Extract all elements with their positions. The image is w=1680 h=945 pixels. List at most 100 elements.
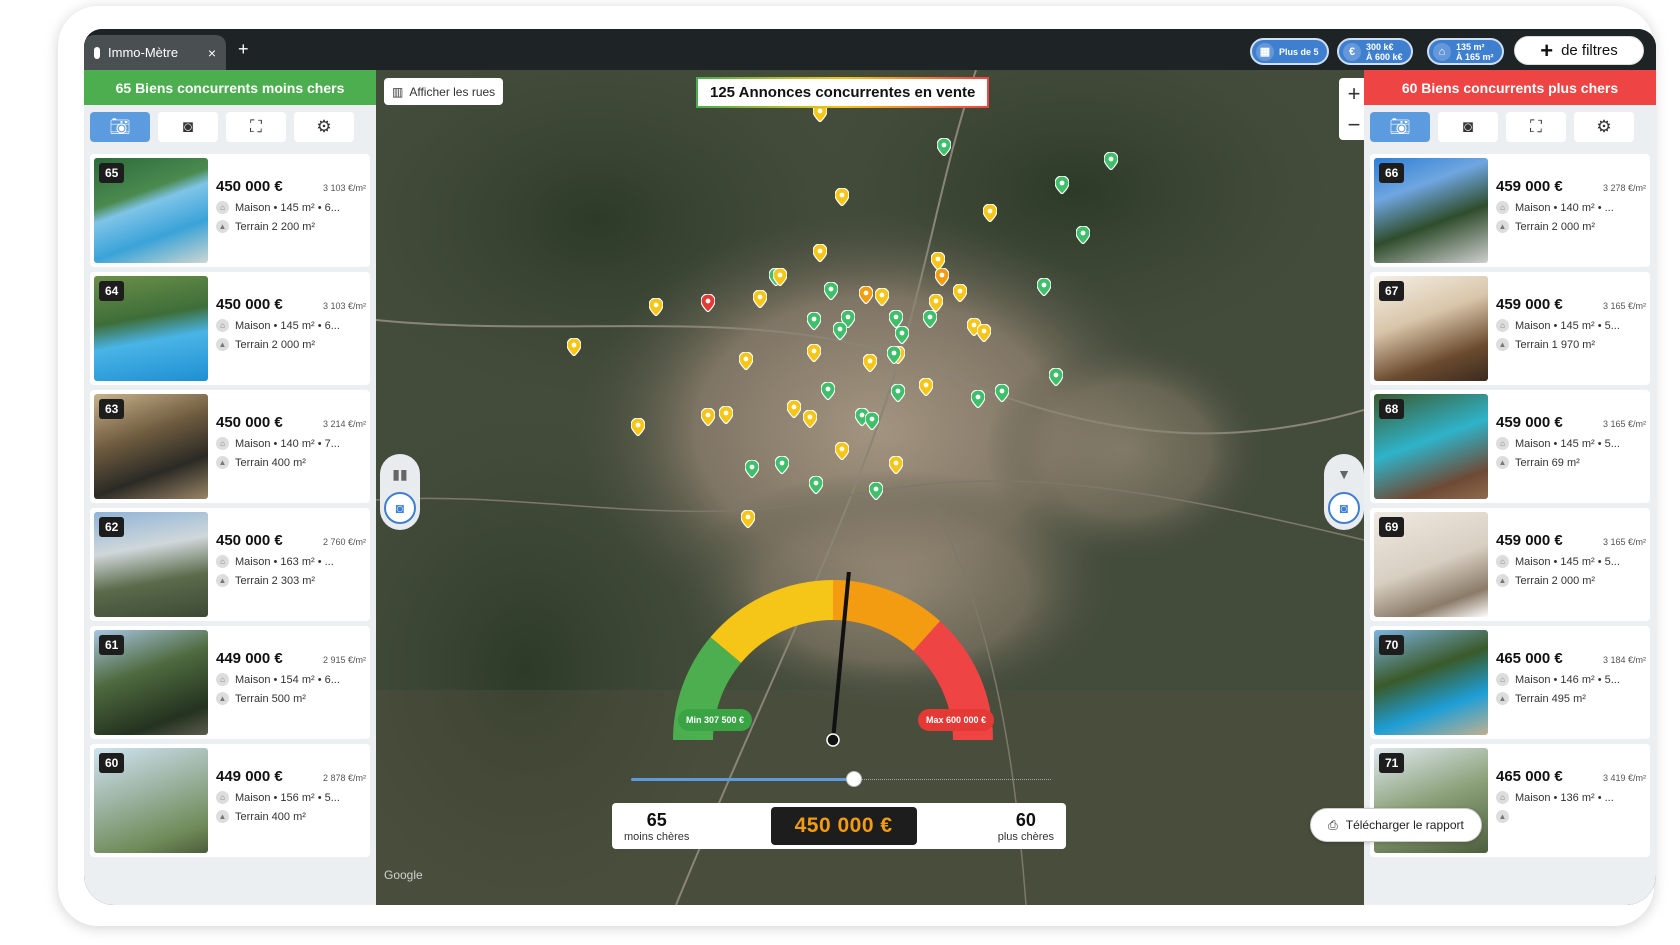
listing-pin[interactable] <box>1049 368 1063 386</box>
browser-tab[interactable]: Immo-Mètre × <box>84 35 226 70</box>
listing-photo[interactable]: 64 <box>94 276 208 381</box>
show-streets-button[interactable]: ▥ Afficher les rues <box>384 78 504 105</box>
listing-pin[interactable] <box>807 344 821 362</box>
listing-pin[interactable] <box>835 188 849 206</box>
filter-button[interactable]: ▼ <box>1328 458 1360 490</box>
listing-pin[interactable] <box>813 244 827 262</box>
listing-pin[interactable] <box>739 352 753 370</box>
listing-photo[interactable]: 67 <box>1374 276 1488 381</box>
listing-pin[interactable] <box>701 408 715 426</box>
photo-mode-button[interactable]: 📷︎ <box>90 112 150 142</box>
listing-pin[interactable] <box>567 338 581 356</box>
listing-pin[interactable] <box>1037 278 1051 296</box>
panel-header: 65 Biens concurrents moins chers <box>84 70 376 105</box>
listing-pin[interactable] <box>1055 176 1069 194</box>
listing-pin[interactable] <box>875 288 889 306</box>
target-price[interactable]: 450 000 € <box>770 807 917 845</box>
listing-pin[interactable] <box>869 482 883 500</box>
listing-rank-badge: 61 <box>99 635 125 655</box>
listing-pin[interactable] <box>631 418 645 436</box>
listing-photo[interactable]: 66 <box>1374 158 1488 263</box>
slider-handle[interactable] <box>846 771 862 787</box>
stats-button[interactable]: ▮▮ <box>384 458 416 490</box>
listing-pin[interactable] <box>863 354 877 372</box>
listing-card[interactable]: 60 449 000 € 2 878 €/m² ⌂ Maison • 156 m² • … <box>90 744 370 857</box>
fullscreen-button[interactable]: ⛶ <box>226 112 286 142</box>
listing-pin[interactable] <box>977 324 991 342</box>
listing-details-row: ⌂ Maison • 146 m² • 5... <box>1496 673 1646 686</box>
listing-pin[interactable] <box>649 298 663 316</box>
listing-pin[interactable] <box>953 284 967 302</box>
settings-button[interactable]: ⚙ <box>294 112 354 142</box>
listing-pin[interactable] <box>824 282 838 300</box>
listing-pin[interactable] <box>891 384 905 402</box>
listing-pin[interactable] <box>835 442 849 460</box>
listing-card[interactable]: 63 450 000 € 3 214 €/m² ⌂ Maison • 140 m² • … <box>90 390 370 503</box>
settings-button[interactable]: ⚙ <box>1574 112 1634 142</box>
filter-chip-price[interactable]: € 300 k€ À 600 k€ <box>1337 38 1413 65</box>
new-tab-icon[interactable]: + <box>238 39 249 60</box>
camera-button[interactable]: ◙ <box>158 112 218 142</box>
listing-pin[interactable] <box>865 412 879 430</box>
listing-pin[interactable] <box>983 204 997 222</box>
listing-card[interactable]: 67 459 000 € 3 165 €/m² ⌂ Maison • 145 m² • … <box>1370 272 1650 385</box>
listing-pin[interactable] <box>919 378 933 396</box>
listing-photo[interactable]: 68 <box>1374 394 1488 499</box>
listing-photo[interactable]: 69 <box>1374 512 1488 617</box>
left-photo-button[interactable]: ◙ <box>384 492 416 524</box>
listing-card[interactable]: 69 459 000 € 3 165 €/m² ⌂ Maison • 145 m² • … <box>1370 508 1650 621</box>
listing-pin[interactable] <box>741 510 755 528</box>
listing-card[interactable]: 70 465 000 € 3 184 €/m² ⌂ Maison • 146 m² • … <box>1370 626 1650 739</box>
listing-pin[interactable] <box>745 460 759 478</box>
listing-pin[interactable] <box>821 382 835 400</box>
listing-photo[interactable]: 61 <box>94 630 208 735</box>
right-photo-button[interactable]: ◙ <box>1328 492 1360 524</box>
listing-pin[interactable] <box>923 310 937 328</box>
zoom-in-button[interactable]: + <box>1348 81 1361 107</box>
photo-mode-button[interactable]: 📷︎ <box>1370 112 1430 142</box>
listing-pin[interactable] <box>995 384 1009 402</box>
listing-pin[interactable] <box>775 456 789 474</box>
more-filters-button[interactable]: + de filtres <box>1514 36 1644 65</box>
listing-card[interactable]: 64 450 000 € 3 103 €/m² ⌂ Maison • 145 m² • … <box>90 272 370 385</box>
zoom-out-button[interactable]: − <box>1348 112 1361 138</box>
satellite-map[interactable]: ▥ Afficher les rues 125 Annonces concurr… <box>376 70 1364 905</box>
listing-photo[interactable]: 65 <box>94 158 208 263</box>
filter-chip-rooms[interactable]: ▦ Plus de 5 <box>1250 38 1329 65</box>
listing-card[interactable]: 61 449 000 € 2 915 €/m² ⌂ Maison • 154 m² • … <box>90 626 370 739</box>
listing-pin[interactable] <box>859 286 873 304</box>
fullscreen-button[interactable]: ⛶ <box>1506 112 1566 142</box>
listing-info: 465 000 € 3 419 €/m² ⌂ Maison • 136 m² • ..… <box>1488 748 1646 853</box>
listing-pin[interactable] <box>753 290 767 308</box>
subject-property-pin[interactable] <box>701 294 715 312</box>
filter-chip-surface[interactable]: ⌂ 135 m² À 165 m² <box>1427 38 1504 65</box>
listing-pin[interactable] <box>971 390 985 408</box>
listing-pin[interactable] <box>1076 226 1090 244</box>
price-slider[interactable] <box>631 771 1051 787</box>
listing-photo[interactable]: 60 <box>94 748 208 853</box>
camera-button[interactable]: ◙ <box>1438 112 1498 142</box>
listing-pin[interactable] <box>937 138 951 156</box>
close-icon[interactable]: × <box>208 45 216 61</box>
listing-pin[interactable] <box>809 476 823 494</box>
listing-card[interactable]: 62 450 000 € 2 760 €/m² ⌂ Maison • 163 m² • … <box>90 508 370 621</box>
listing-photo[interactable]: 62 <box>94 512 208 617</box>
listing-card[interactable]: 65 450 000 € 3 103 €/m² ⌂ Maison • 145 m² • … <box>90 154 370 267</box>
listing-pin[interactable] <box>1104 152 1118 170</box>
listing-card[interactable]: 68 459 000 € 3 165 €/m² ⌂ Maison • 145 m² • … <box>1370 390 1650 503</box>
listing-pin[interactable] <box>889 456 903 474</box>
listing-pin[interactable] <box>787 400 801 418</box>
listing-pin[interactable] <box>895 326 909 344</box>
listing-pin[interactable] <box>807 312 821 330</box>
funnel-icon: ▼ <box>1337 466 1351 482</box>
listing-photo[interactable]: 70 <box>1374 630 1488 735</box>
listing-pin[interactable] <box>887 346 901 364</box>
listing-pin[interactable] <box>935 268 949 286</box>
listing-pin[interactable] <box>833 322 847 340</box>
listing-pin[interactable] <box>803 410 817 428</box>
download-report-button[interactable]: ⎙ Télécharger le rapport <box>1310 808 1482 842</box>
listing-pin[interactable] <box>773 268 787 286</box>
listing-card[interactable]: 66 459 000 € 3 278 €/m² ⌂ Maison • 140 m² • … <box>1370 154 1650 267</box>
listing-photo[interactable]: 63 <box>94 394 208 499</box>
listing-pin[interactable] <box>719 406 733 424</box>
